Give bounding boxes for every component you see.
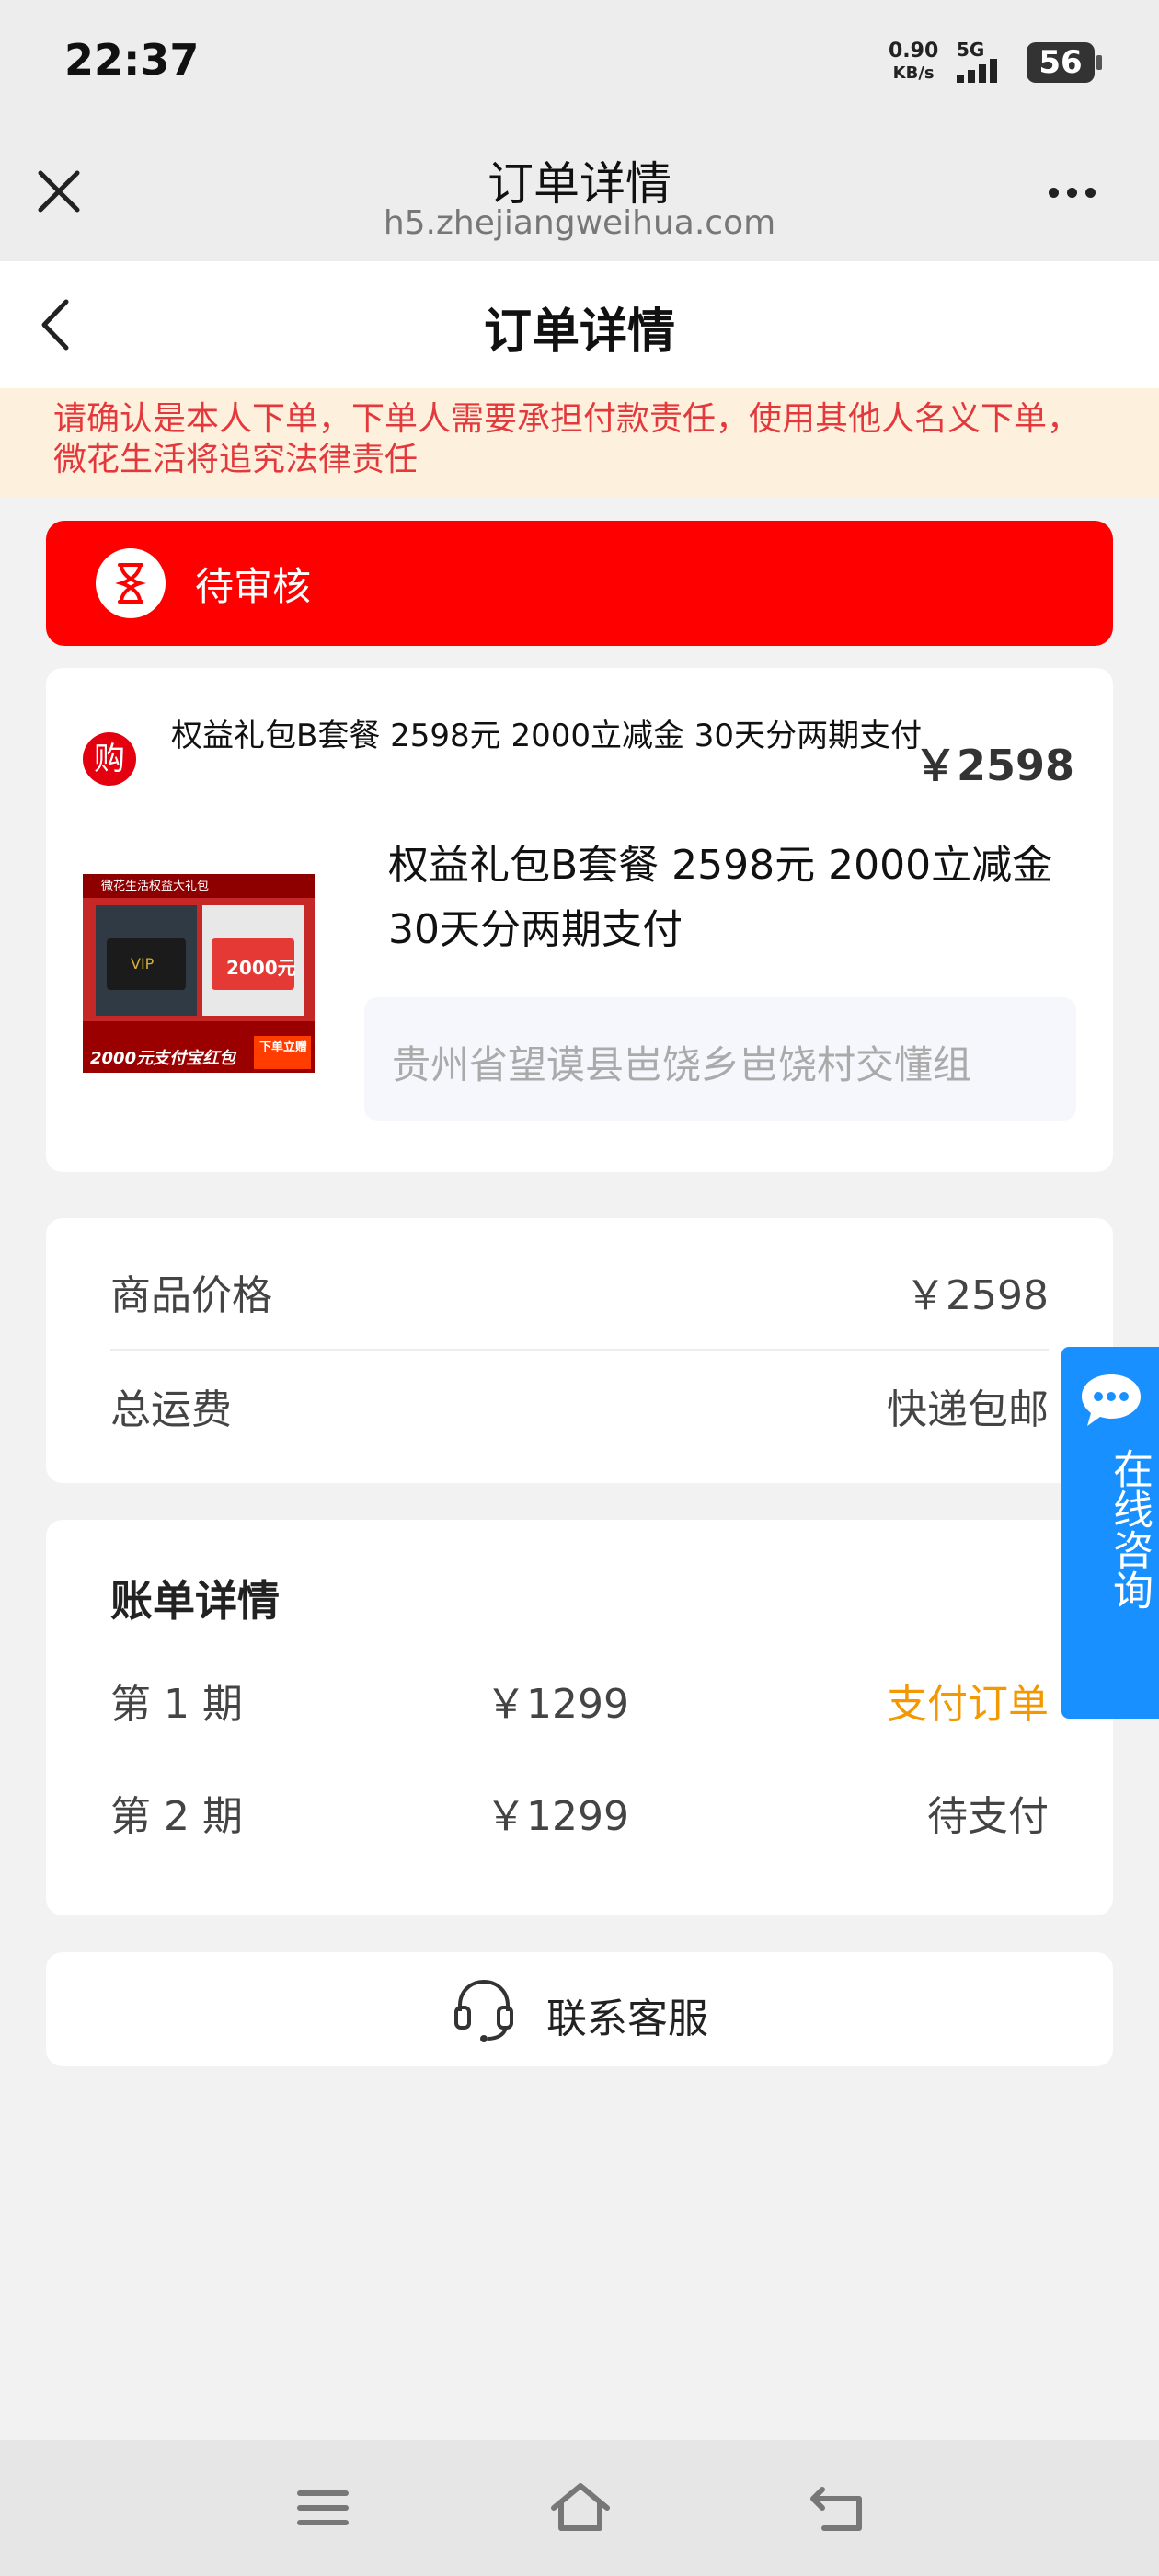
product-image-bottom: 2000元支付宝红包 <box>90 1049 236 1068</box>
home-icon[interactable] <box>548 2480 613 2536</box>
more-icon[interactable] <box>1049 184 1107 202</box>
address-box: 贵州省望谟县岜饶乡岜饶村交懂组 <box>364 997 1076 1121</box>
system-navbar <box>0 2440 1159 2576</box>
shipping-label: 总运费 <box>110 1386 232 1433</box>
browser-url: h5.zhejiangweihua.com <box>383 204 776 242</box>
page-header: 订单详情 <box>0 261 1159 388</box>
chat-bubble-icon <box>1082 1374 1141 1426</box>
signal-icon <box>957 59 997 83</box>
installment-1-amount: ￥1299 <box>486 1681 629 1728</box>
goods-price-value: ￥2598 <box>905 1272 1049 1319</box>
divider <box>110 1349 1049 1351</box>
order-status-label: 待审核 <box>195 564 312 609</box>
product-header-title: 权益礼包B套餐 2598元 2000立减金 30天分两期支付 <box>171 718 923 754</box>
product-card[interactable]: 购 权益礼包B套餐 2598元 2000立减金 30天分两期支付 ￥2598 微… <box>46 668 1113 1172</box>
status-bar: 22:37 0.90 KB/s 5G 56 <box>0 0 1159 129</box>
installment-2-amount: ￥1299 <box>486 1793 629 1840</box>
network-speed: 0.90 KB/s <box>889 40 938 85</box>
installment-2-label: 第 2 期 <box>110 1793 243 1840</box>
status-time: 22:37 <box>64 35 200 85</box>
back-icon[interactable] <box>806 2480 870 2536</box>
order-status-card: 待审核 <box>46 521 1113 646</box>
online-consult-button[interactable]: 在线咨询 <box>1061 1347 1159 1719</box>
bill-title: 账单详情 <box>110 1576 280 1626</box>
browser-header: 订单详情 h5.zhejiangweihua.com <box>0 129 1159 261</box>
goods-price-label: 商品价格 <box>110 1272 272 1319</box>
battery-icon: 56 <box>1027 42 1102 83</box>
product-header-price: ￥2598 <box>913 741 1074 790</box>
installment-1-label: 第 1 期 <box>110 1681 243 1728</box>
battery-level: 56 <box>1039 44 1083 81</box>
product-image-banner: 微花生活权益大礼包 <box>101 880 210 893</box>
buy-badge: 购 <box>83 732 136 786</box>
headset-icon <box>454 1979 513 2042</box>
shipping-address: 贵州省望谟县岜饶乡岜饶村交懂组 <box>392 1042 972 1087</box>
page-title: 订单详情 <box>483 305 675 360</box>
product-image-vip: VIP <box>131 955 155 972</box>
installment-2-status: 待支付 <box>927 1793 1049 1840</box>
menu-icon[interactable] <box>291 2480 355 2536</box>
contact-service-button[interactable]: 联系客服 <box>46 1952 1113 2066</box>
bill-details-card: 账单详情 第 1 期 ￥1299 支付订单 第 2 期 ￥1299 待支付 <box>46 1520 1113 1915</box>
price-summary-card: 商品价格 ￥2598 总运费 快递包邮 <box>46 1218 1113 1483</box>
hourglass-icon <box>96 548 166 618</box>
product-image[interactable]: 微花生活权益大礼包 VIP 2000元 2000元支付宝红包 下单立赠 <box>83 874 315 1073</box>
network-speed-value: 0.90 <box>889 40 939 63</box>
product-name: 权益礼包B套餐 2598元 2000立减金 30天分两期支付 <box>388 842 1053 953</box>
warning-banner: 请确认是本人下单，下单人需要承担付款责任，使用其他人名义下单，微花生活将追究法律… <box>0 388 1159 497</box>
contact-service-label: 联系客服 <box>546 1995 708 2042</box>
network-speed-unit: KB/s <box>892 63 935 83</box>
product-image-amount: 2000元 <box>226 957 296 979</box>
product-image-cta: 下单立赠 <box>258 1041 307 1054</box>
online-consult-label: 在线咨询 <box>1106 1448 1153 1610</box>
pay-order-button[interactable]: 支付订单 <box>887 1671 1049 1730</box>
shipping-value: 快递包邮 <box>887 1386 1049 1433</box>
